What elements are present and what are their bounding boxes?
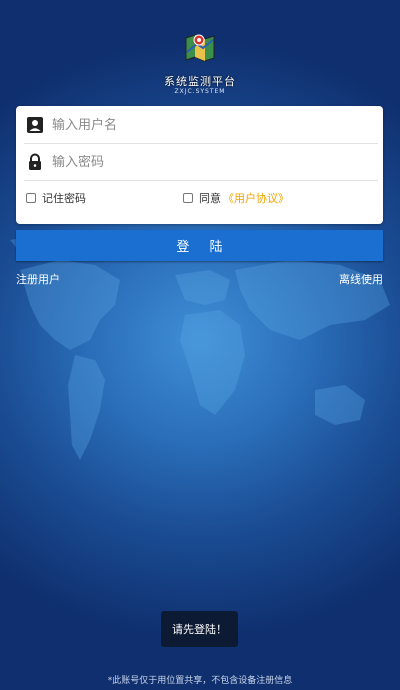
remember-password-label: 记住密码 <box>42 192 86 205</box>
agree-terms-option[interactable]: 同意 《用户协议》 <box>183 190 289 206</box>
agree-terms-label: 同意 <box>199 192 221 205</box>
app-logo <box>0 30 400 68</box>
agree-terms-checkbox[interactable] <box>183 193 193 203</box>
login-button[interactable]: 登 陆 <box>16 230 383 261</box>
password-row <box>24 144 378 181</box>
map-pin-logo-icon <box>185 34 215 62</box>
user-agreement-link[interactable]: 《用户协议》 <box>223 190 289 206</box>
app-subtitle: ZXJC.SYSTEM <box>174 88 226 95</box>
login-card: 记住密码 同意 《用户协议》 <box>16 106 383 224</box>
user-card-icon <box>27 117 43 133</box>
app-name: 系统监测平台 <box>164 75 236 88</box>
toast-message: 请先登陆！ <box>161 611 238 647</box>
remember-password-option[interactable]: 记住密码 <box>26 190 86 206</box>
offline-use-link[interactable]: 离线使用 <box>339 271 383 287</box>
footer-note: *此账号仅于用位置共享，不包含设备注册信息 <box>107 676 293 686</box>
register-user-link[interactable]: 注册用户 <box>16 271 60 287</box>
options-row: 记住密码 同意 《用户协议》 <box>26 190 376 210</box>
username-input[interactable] <box>52 117 352 133</box>
lock-icon <box>29 153 41 170</box>
password-input[interactable] <box>52 154 352 170</box>
remember-password-checkbox[interactable] <box>26 193 36 203</box>
username-row <box>24 107 378 144</box>
